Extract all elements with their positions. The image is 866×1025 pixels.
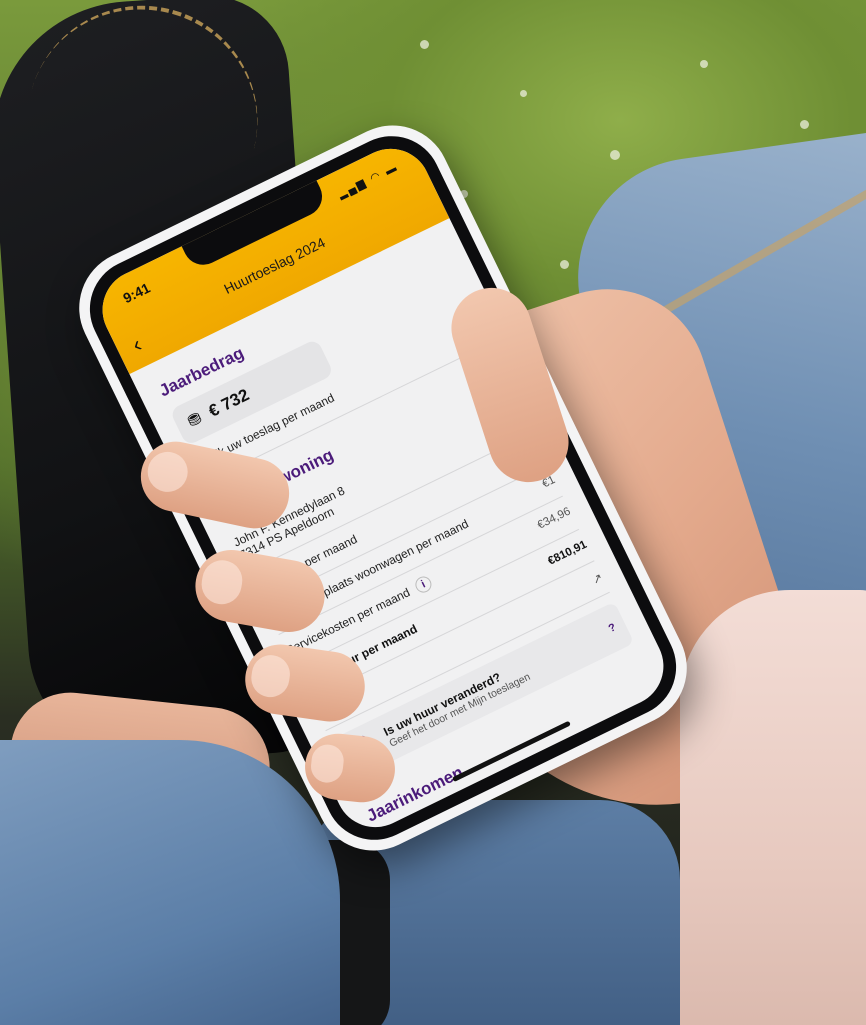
person-id-icon xyxy=(344,731,384,769)
grass-flower xyxy=(560,260,569,269)
jeans-left-leg xyxy=(0,740,340,1025)
row-value: €34,96 xyxy=(535,505,573,532)
help-icon[interactable]: ? xyxy=(607,621,618,635)
signal-wifi-battery-icon: ▂▄▆ ◠ ▬ xyxy=(336,161,401,201)
row-value: €810,91 xyxy=(546,538,589,568)
row-value: €1 xyxy=(540,474,558,491)
info-icon[interactable]: i xyxy=(412,573,435,596)
grass-flower xyxy=(520,90,527,97)
grass-flower xyxy=(420,40,429,49)
chevron-right-icon: › xyxy=(471,318,484,335)
coins-icon: ⛃ xyxy=(185,409,205,432)
pink-sleeve xyxy=(680,590,866,1025)
grass-flower xyxy=(800,120,809,129)
external-link-icon: ↗ xyxy=(589,570,606,588)
row-value: €775,95 xyxy=(499,442,542,472)
grass-flower xyxy=(610,150,620,160)
grass-flower xyxy=(700,60,708,68)
status-time: 9:41 xyxy=(120,279,153,307)
